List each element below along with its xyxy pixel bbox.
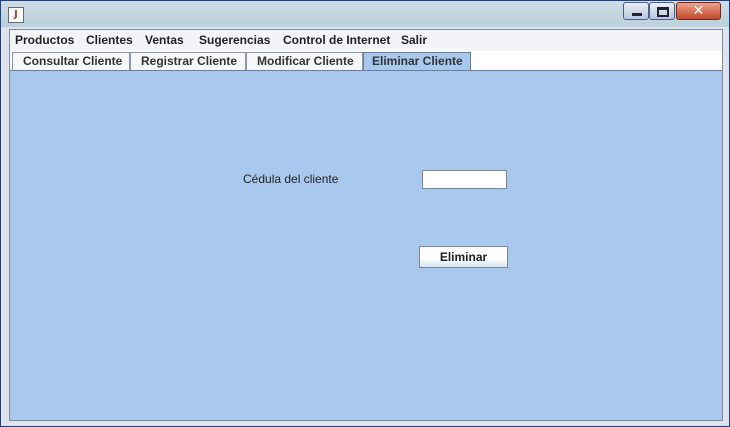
tab-registrar-cliente[interactable]: Registrar Cliente (130, 52, 246, 70)
menu-sugerencias[interactable]: Sugerencias (199, 33, 270, 47)
eliminar-cliente-panel: Cédula del cliente Eliminar (10, 70, 722, 420)
client-area: Productos Clientes Ventas Sugerencias Co… (9, 29, 723, 421)
menu-control-internet[interactable]: Control de Internet (283, 33, 390, 47)
tab-label: Consultar Cliente (23, 54, 123, 68)
menu-bar: Productos Clientes Ventas Sugerencias Co… (10, 30, 722, 50)
tab-label: Modificar Cliente (257, 54, 354, 68)
minimize-button[interactable] (623, 2, 649, 20)
menu-ventas[interactable]: Ventas (145, 33, 184, 47)
cedula-label: Cédula del cliente (243, 172, 339, 186)
tab-modificar-cliente[interactable]: Modificar Cliente (246, 52, 363, 70)
menu-clientes[interactable]: Clientes (86, 33, 133, 47)
java-app-icon: J (8, 7, 24, 23)
app-window: J ✕ Productos Clientes Ventas Sugerencia… (0, 0, 730, 427)
maximize-button[interactable] (649, 2, 675, 20)
close-icon: ✕ (692, 3, 705, 19)
menu-salir[interactable]: Salir (401, 33, 427, 47)
tab-strip: Consultar Cliente Registrar Cliente Modi… (10, 51, 722, 71)
tab-label: Registrar Cliente (141, 54, 238, 68)
tab-label: Eliminar Cliente (372, 54, 463, 68)
close-button[interactable]: ✕ (676, 2, 721, 20)
tab-eliminar-cliente[interactable]: Eliminar Cliente (363, 52, 471, 70)
eliminar-button[interactable]: Eliminar (419, 246, 508, 268)
title-bar[interactable]: J ✕ (1, 1, 729, 27)
menu-productos[interactable]: Productos (15, 33, 74, 47)
cedula-input[interactable] (422, 170, 507, 189)
tab-consultar-cliente[interactable]: Consultar Cliente (12, 52, 130, 70)
